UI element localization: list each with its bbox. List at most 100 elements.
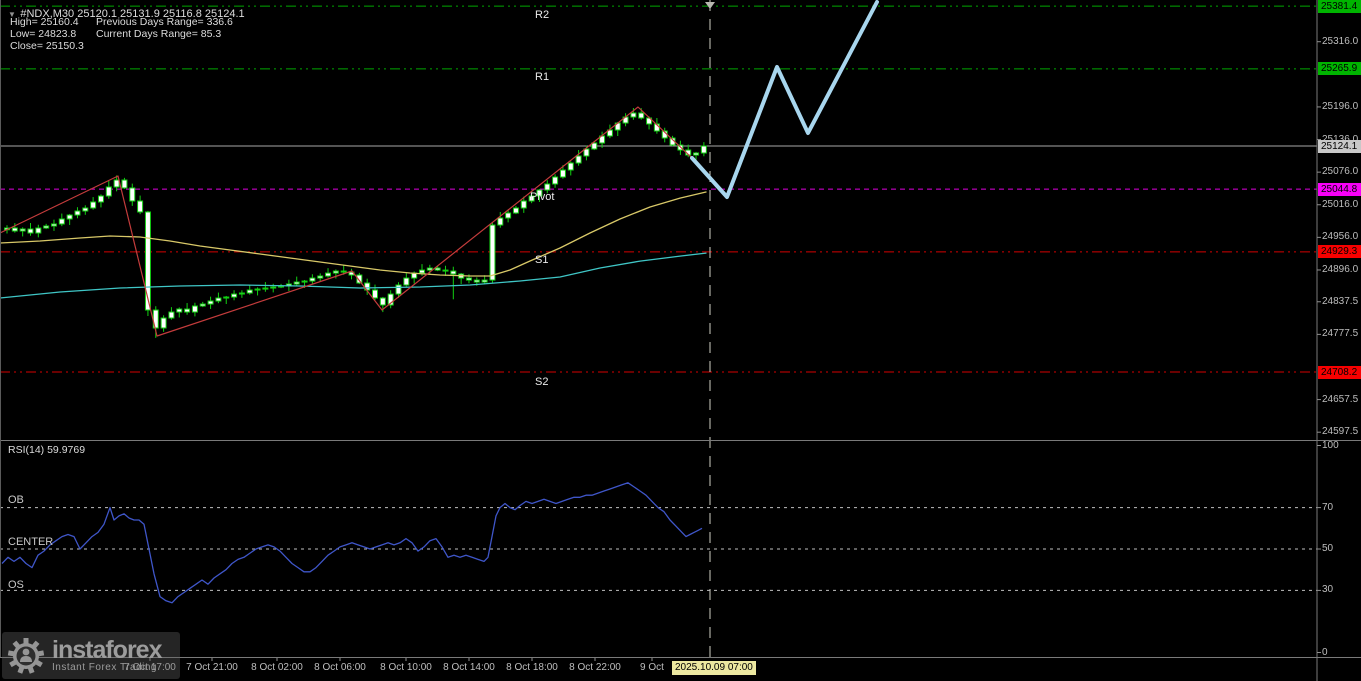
window-left-border [0,0,1,657]
price-tick-label: 24956.0 [1322,231,1359,243]
candle [82,207,89,212]
rsi-tick-label: 0 [1322,646,1328,658]
candle [97,195,104,203]
instaforex-gear-person-icon [7,637,45,674]
rsi-line [1,482,703,604]
candle [567,162,574,171]
rsi-ob-label: OB [8,494,24,506]
candle [238,292,245,295]
price-tick-label: 24896.0 [1322,263,1359,275]
candle [207,300,214,305]
candle [340,270,347,273]
rsi-tick-label: 30 [1322,584,1334,596]
candle [379,297,386,306]
chart-window: ▼ #NDX,M30 25120.1 25131.9 25116.8 25124… [0,0,1361,681]
candle [113,179,120,188]
price-tick-label: 25076.0 [1322,166,1359,178]
candle [184,308,191,313]
candle [19,228,26,232]
day-close-label: Close= 25150.3 [10,40,84,52]
candle [301,280,308,283]
price-axis-tag: 24708.2 [1318,365,1361,379]
ma-slow-line [0,252,707,299]
candle [575,155,582,164]
vertical-line-marker-icon [705,2,715,9]
price-tick-label: 25016.0 [1322,198,1359,210]
candle [450,270,457,275]
candle [638,112,645,119]
price-tick-label: 24597.5 [1322,426,1359,438]
price-tick-label: 25196.0 [1322,100,1359,112]
candle [105,186,112,197]
logo-title: instaforex [52,636,162,664]
forecast-projection-line [690,0,879,199]
candle [442,269,449,272]
candle [199,303,206,307]
candle [246,289,253,294]
level-label-s2: S2 [535,376,549,388]
candle [90,201,97,209]
candle [43,225,50,229]
curr-range-label: Current Days Range= 85.3 [96,28,222,40]
candle [191,305,198,313]
chart-canvas[interactable] [0,0,1361,681]
zigzag-line [0,106,692,337]
candle [215,297,222,302]
candle [505,212,512,219]
candle [700,145,707,154]
candlestick-series [4,108,707,338]
candle [418,269,425,274]
candle [58,218,65,225]
candle [552,176,559,185]
candle [465,277,472,281]
candle [66,214,73,220]
price-axis-tag: 24929.3 [1318,245,1361,259]
candle [144,211,151,311]
prev-range-label: Previous Days Range= 336.6 [96,16,233,28]
price-tick-label: 25316.0 [1322,35,1359,47]
price-tick-label: 24657.5 [1322,393,1359,405]
rsi-tick-label: 100 [1322,439,1339,451]
rsi-center-label: CENTER [8,536,54,548]
time-axis-tag: 2025.10.09 07:00 [672,661,756,675]
candle [481,279,488,283]
candle [497,217,504,226]
price-axis-tag: 25044.8 [1318,182,1361,196]
price-axis-tag: 25265.9 [1318,62,1361,76]
candle [35,227,42,234]
candle [395,284,402,295]
candle [434,267,441,271]
level-label-r2: R2 [535,9,550,21]
candle [160,317,167,329]
level-label-r1: R1 [535,71,550,83]
candle [630,112,637,118]
candle [121,179,128,189]
instaforex-watermark: instaforex Instant Forex Trading [2,632,180,679]
candle [262,287,269,290]
candle [231,293,238,298]
candle [403,277,410,286]
candle [325,272,332,277]
price-tick-label: 24777.5 [1322,328,1359,340]
candle [559,169,566,178]
candle [489,224,496,281]
candle [520,200,527,209]
price-axis-tag: 25381.4 [1318,0,1361,13]
candle [693,152,700,156]
candle [591,142,598,150]
candle [473,279,480,283]
pane-bottom-border [0,657,1361,658]
candle [168,311,175,319]
candle [309,277,316,282]
candle [27,228,34,234]
day-low-label: Low= 24823.8 [10,28,77,40]
candle [50,223,57,227]
candle [270,286,277,289]
pane-divider[interactable] [0,440,1361,441]
rsi-os-label: OS [8,579,24,591]
candle [372,289,379,299]
candle [129,187,136,202]
candle [11,227,18,232]
rsi-tick-label: 50 [1322,543,1334,554]
candle [176,308,183,313]
